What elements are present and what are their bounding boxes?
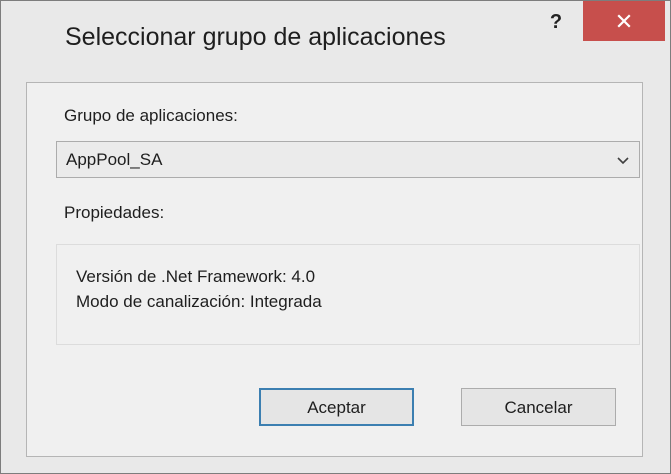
framework-version-text: Versión de .Net Framework: 4.0 (76, 267, 316, 286)
app-pool-label: Grupo de aplicaciones: (64, 106, 238, 125)
cancel-button[interactable]: Cancelar (461, 388, 616, 426)
close-icon (617, 14, 631, 28)
chevron-down-icon (617, 157, 629, 165)
app-pool-selected-value: AppPool_SA (66, 150, 163, 169)
dialog-window: Seleccionar grupo de aplicaciones ? Grup… (0, 0, 671, 474)
dialog-body: Grupo de aplicaciones: AppPool_SA Propie… (26, 82, 643, 457)
ok-button[interactable]: Aceptar (259, 388, 414, 426)
properties-label: Propiedades: (64, 203, 165, 222)
properties-box: Versión de .Net Framework: 4.0 Modo de c… (56, 244, 640, 345)
app-pool-select[interactable]: AppPool_SA (56, 141, 640, 178)
help-button[interactable]: ? (536, 5, 576, 39)
dialog-title: Seleccionar grupo de aplicaciones (65, 23, 446, 51)
title-bar[interactable]: Seleccionar grupo de aplicaciones ? (1, 1, 670, 82)
close-button[interactable] (583, 1, 665, 41)
pipeline-mode-text: Modo de canalización: Integrada (76, 292, 322, 311)
